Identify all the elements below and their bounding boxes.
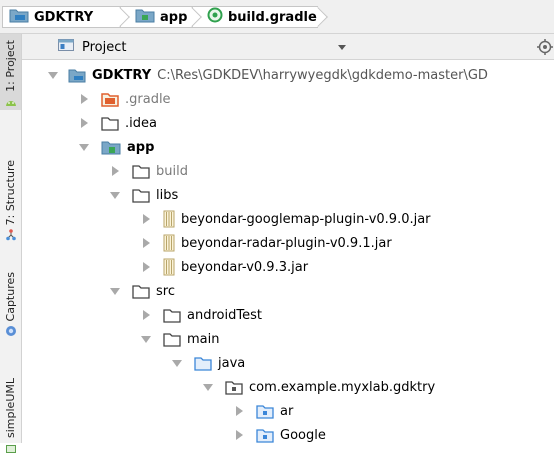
breadcrumb-app[interactable]: app: [120, 6, 192, 28]
tool-label: simpleUML: [4, 378, 17, 438]
package-icon: [256, 403, 274, 419]
expand-arrow-icon[interactable]: [139, 310, 153, 320]
tree-item-label: app: [127, 139, 155, 155]
tree-row-jar[interactable]: beyondar-googlemap-plugin-v0.9.0.jar: [22, 207, 554, 231]
tree-row-gdktry[interactable]: GDKTRY C:\Res\GDKDEV\harrywyegdk\gdkdemo…: [22, 63, 554, 87]
simpleuml-tool-button[interactable]: simpleUML: [0, 378, 21, 453]
project-view-selector[interactable]: Project: [58, 37, 352, 57]
project-tool-button[interactable]: 1: Project: [0, 34, 21, 110]
target-icon[interactable]: [537, 39, 553, 59]
tree-row-app[interactable]: app: [22, 135, 554, 159]
expand-arrow-icon[interactable]: [77, 143, 91, 151]
tree-item-label: src: [156, 283, 175, 299]
breadcrumb-build-gradle[interactable]: build.gradle: [192, 6, 318, 28]
tool-label: 7: Structure: [4, 160, 17, 226]
jar-icon: [163, 210, 175, 228]
project-view-label: Project: [82, 39, 127, 55]
folder-icon: [132, 163, 150, 179]
tree-item-label: java: [218, 355, 246, 371]
jar-icon: [163, 234, 175, 252]
tree-item-label: beyondar-googlemap-plugin-v0.9.0.jar: [181, 211, 431, 227]
breadcrumb-gdktry[interactable]: GDKTRY: [2, 6, 120, 28]
expand-arrow-icon[interactable]: [46, 71, 60, 79]
tool-label: 1: Project: [4, 40, 17, 92]
tool-label: Captures: [4, 272, 17, 322]
folder-icon: [132, 187, 150, 203]
folder-icon: [163, 307, 181, 323]
tree-item-label: com.example.myxlab.gdktry: [249, 379, 436, 395]
project-path: C:\Res\GDKDEV\harrywyegdk\gdkdemo-master…: [157, 67, 488, 83]
expand-arrow-icon[interactable]: [170, 359, 184, 367]
tree-row-jar[interactable]: beyondar-radar-plugin-v0.9.1.jar: [22, 231, 554, 255]
source-folder-icon: [194, 355, 212, 371]
tree-item-label: .gradle: [125, 91, 171, 107]
tree-row-ar[interactable]: ar: [22, 399, 554, 423]
module-folder-icon: [68, 67, 86, 83]
tree-row-build[interactable]: build: [22, 159, 554, 183]
tree-row-idea[interactable]: .idea: [22, 111, 554, 135]
expand-arrow-icon[interactable]: [201, 383, 215, 391]
tree-row-java[interactable]: java: [22, 351, 554, 375]
tree-item-label: Google: [280, 427, 326, 443]
android-icon: [5, 96, 17, 111]
structure-icon: [5, 229, 17, 245]
orange-folder-icon: [101, 91, 119, 107]
breadcrumb-label: app: [160, 9, 188, 25]
folder-icon: [132, 283, 150, 299]
project-tree: GDKTRY C:\Res\GDKDEV\harrywyegdk\gdkdemo…: [22, 60, 554, 443]
tree-item-label: main: [187, 331, 220, 347]
tool-window-strip: 1: Project 7: Structure Captures simpleU…: [0, 34, 22, 453]
breadcrumb-label: build.gradle: [228, 9, 317, 25]
tree-item-label: beyondar-radar-plugin-v0.9.1.jar: [181, 235, 392, 251]
project-view-icon: [58, 38, 74, 56]
tree-item-label: .idea: [125, 115, 157, 131]
chevron-down-icon: [338, 45, 346, 50]
breadcrumb-label: GDKTRY: [34, 9, 94, 25]
tree-row-libs[interactable]: libs: [22, 183, 554, 207]
uml-icon: [5, 442, 16, 457]
expand-arrow-icon[interactable]: [108, 287, 122, 295]
folder-icon: [163, 331, 181, 347]
expand-arrow-icon[interactable]: [232, 406, 246, 416]
module-folder-icon: [9, 7, 29, 27]
tree-item-label: beyondar-v0.9.3.jar: [181, 259, 309, 275]
expand-arrow-icon[interactable]: [139, 214, 153, 224]
tree-item-label: build: [156, 163, 188, 179]
package-icon: [225, 379, 243, 395]
tree-item-label: androidTest: [187, 307, 262, 323]
navigation-bar: GDKTRY app build.gradle: [0, 0, 554, 34]
gradle-file-icon: [207, 7, 223, 27]
tree-row-jar[interactable]: beyondar-v0.9.3.jar: [22, 255, 554, 279]
expand-arrow-icon[interactable]: [77, 94, 91, 104]
expand-arrow-icon[interactable]: [77, 118, 91, 128]
camera-icon: [5, 325, 17, 341]
folder-icon: [101, 115, 119, 131]
tree-row-src[interactable]: src: [22, 279, 554, 303]
expand-arrow-icon[interactable]: [108, 166, 122, 176]
tree-item-label: ar: [280, 403, 294, 419]
app-module-icon: [101, 139, 121, 155]
expand-arrow-icon[interactable]: [139, 238, 153, 248]
expand-arrow-icon[interactable]: [108, 191, 122, 199]
captures-tool-button[interactable]: Captures: [0, 272, 21, 344]
package-icon: [256, 427, 274, 443]
tree-row-main[interactable]: main: [22, 327, 554, 351]
jar-icon: [163, 258, 175, 276]
tree-row-package[interactable]: com.example.myxlab.gdktry: [22, 375, 554, 399]
structure-tool-button[interactable]: 7: Structure: [0, 160, 21, 250]
tree-item-label: GDKTRY: [92, 67, 152, 83]
app-module-icon: [135, 7, 155, 27]
tree-row-google[interactable]: Google: [22, 423, 554, 443]
expand-arrow-icon[interactable]: [139, 335, 153, 343]
expand-arrow-icon[interactable]: [139, 262, 153, 272]
tree-item-label: libs: [156, 187, 179, 203]
project-panel-header: Project: [22, 34, 554, 60]
tree-row-androidtest[interactable]: androidTest: [22, 303, 554, 327]
tree-row-gradle[interactable]: .gradle: [22, 87, 554, 111]
expand-arrow-icon[interactable]: [232, 430, 246, 440]
